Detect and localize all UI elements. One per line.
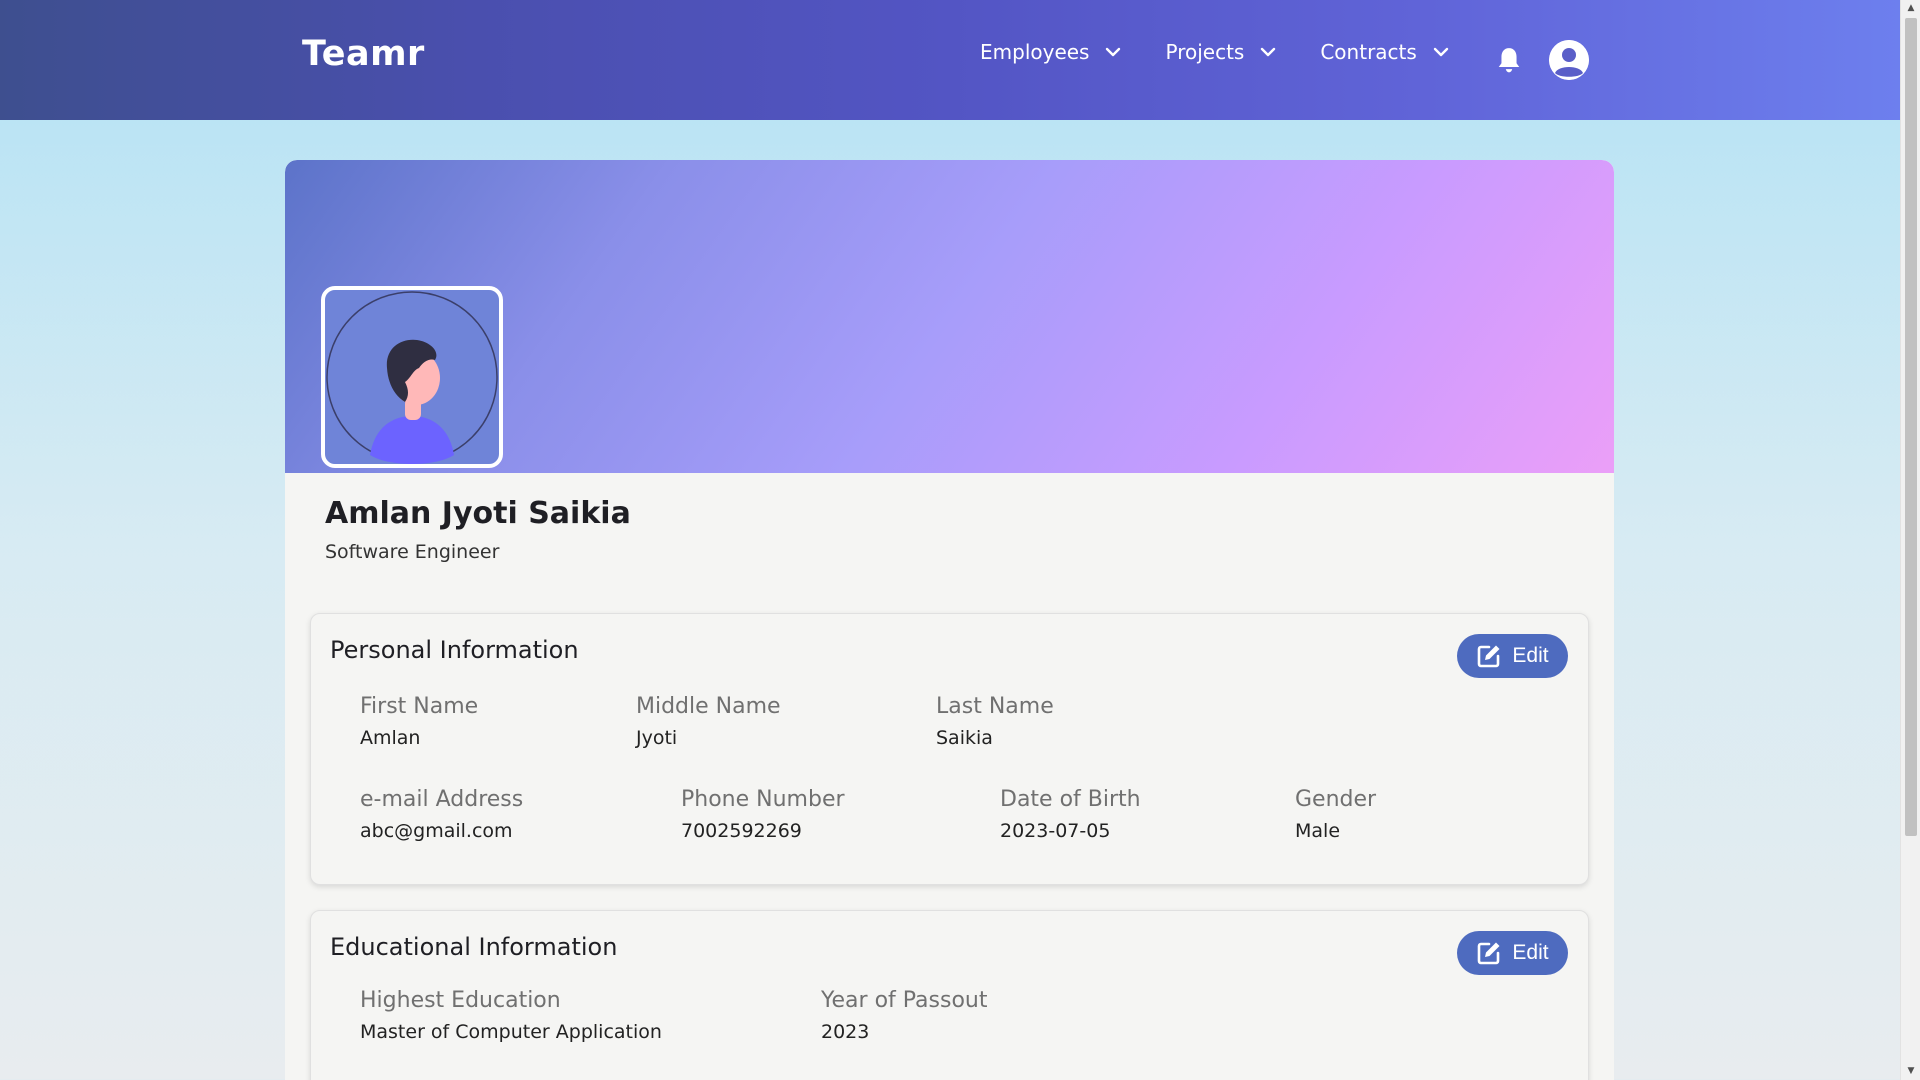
field-value: abc@gmail.com <box>360 820 513 842</box>
field-label: First Name <box>360 694 479 719</box>
nav-item-projects[interactable]: Projects <box>1165 40 1278 64</box>
field-label: Middle Name <box>636 694 781 719</box>
edit-icon <box>1478 942 1500 965</box>
nav-menu: Employees Projects Contracts <box>980 40 1493 64</box>
field-label: Highest Education <box>360 988 561 1013</box>
nav-item-employees[interactable]: Employees <box>980 40 1123 64</box>
profile-role: Software Engineer <box>325 541 500 563</box>
nav-item-label: Contracts <box>1320 40 1417 64</box>
field-value: Master of Computer Application <box>360 1021 662 1043</box>
profile-avatar <box>321 286 503 468</box>
year-of-passout-field: Year of Passout 2023 <box>821 988 987 1043</box>
field-value: 2023 <box>821 1021 870 1043</box>
gender-field: Gender Male <box>1295 787 1376 842</box>
educational-information-section: Educational Information Edit Highest Edu… <box>310 910 1589 1080</box>
edit-button-label: Edit <box>1512 644 1549 667</box>
dob-field: Date of Birth 2023-07-05 <box>1000 787 1141 842</box>
edit-icon <box>1478 645 1500 668</box>
edit-education-button[interactable]: Edit <box>1457 931 1568 975</box>
personal-information-section: Personal Information Edit First Name Aml… <box>310 613 1589 885</box>
field-label: Gender <box>1295 787 1377 812</box>
field-value: 7002592269 <box>681 820 802 842</box>
field-value: Amlan <box>360 727 421 749</box>
scroll-thumb[interactable] <box>1905 18 1917 836</box>
field-label: e-mail Address <box>360 787 524 812</box>
account-avatar-button[interactable] <box>1549 40 1589 80</box>
field-label: Phone Number <box>681 787 845 812</box>
edit-button-label: Edit <box>1512 941 1549 964</box>
field-label: Date of Birth <box>1000 787 1141 812</box>
field-value: Saikia <box>936 727 993 749</box>
nav-item-label: Projects <box>1165 40 1245 64</box>
user-circle-icon <box>1549 40 1589 80</box>
profile-name: Amlan Jyoti Saikia <box>325 496 631 531</box>
nav-item-contracts[interactable]: Contracts <box>1320 40 1450 64</box>
highest-education-field: Highest Education Master of Computer App… <box>360 988 662 1043</box>
brand-logo[interactable]: Teamr <box>302 34 425 74</box>
first-name-field: First Name Amlan <box>360 694 478 749</box>
email-field: e-mail Address abc@gmail.com <box>360 787 523 842</box>
nav-item-label: Employees <box>980 40 1090 64</box>
edit-personal-button[interactable]: Edit <box>1457 634 1568 678</box>
scroll-down-arrow-icon[interactable]: ▼ <box>1906 1066 1916 1076</box>
chevron-down-icon <box>1106 47 1121 57</box>
scroll-up-arrow-icon[interactable]: ▲ <box>1906 3 1916 13</box>
top-navbar: Teamr Employees Projects Contracts <box>0 0 1900 120</box>
section-title: Personal Information <box>330 636 579 664</box>
chevron-down-icon <box>1433 47 1449 57</box>
field-value: Jyoti <box>636 727 678 749</box>
bell-icon[interactable] <box>1496 46 1522 74</box>
field-label: Year of Passout <box>821 988 988 1013</box>
phone-field: Phone Number 7002592269 <box>681 787 845 842</box>
field-value: 2023-07-05 <box>1000 820 1111 842</box>
section-title: Educational Information <box>330 933 618 961</box>
page-scrollbar[interactable]: ▲ ▼ <box>1900 0 1920 1080</box>
person-avatar-illustration <box>326 291 498 464</box>
field-label: Last Name <box>936 694 1054 719</box>
chevron-down-icon <box>1261 47 1276 57</box>
middle-name-field: Middle Name Jyoti <box>636 694 781 749</box>
last-name-field: Last Name Saikia <box>936 694 1054 749</box>
profile-card: Amlan Jyoti Saikia Software Engineer Per… <box>285 160 1614 1080</box>
field-value: Male <box>1295 820 1341 842</box>
